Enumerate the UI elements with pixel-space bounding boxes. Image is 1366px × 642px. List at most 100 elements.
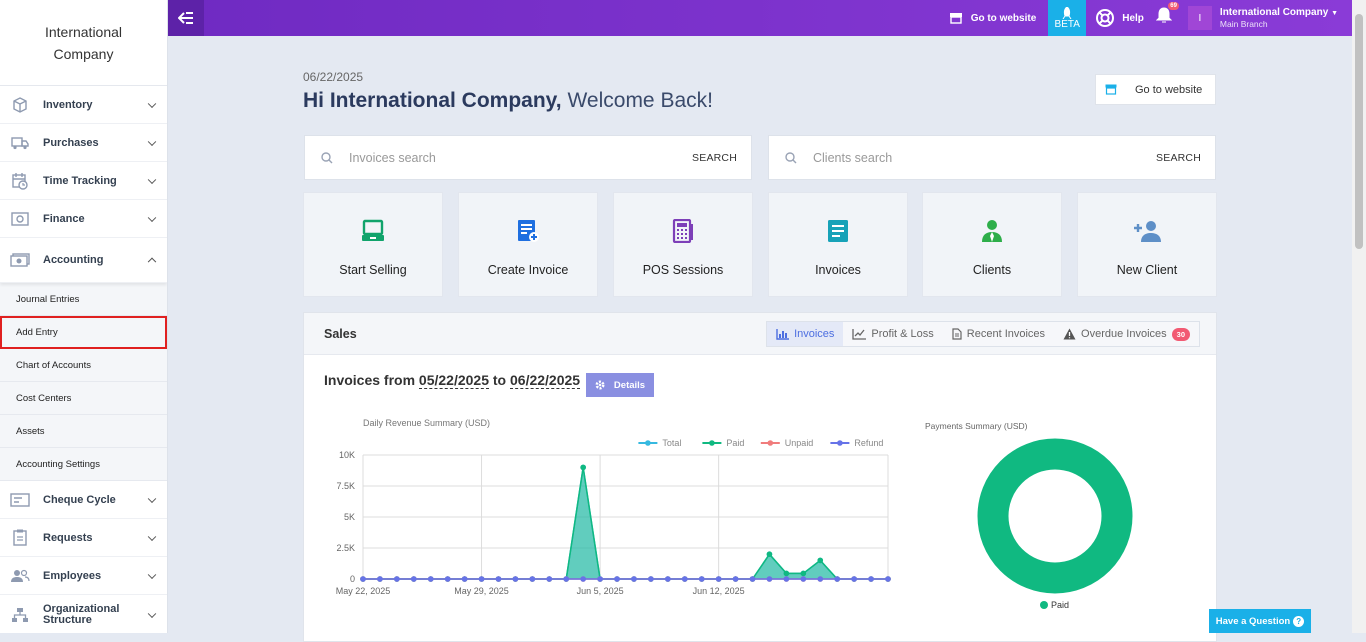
add-user-icon [1132, 217, 1162, 245]
sidebar-item-accounting[interactable]: Accounting [0, 238, 167, 283]
store-icon [1105, 84, 1117, 95]
go-to-website-button[interactable]: Go to website [1095, 74, 1216, 105]
sidebar-item-label: Inventory [43, 98, 93, 111]
tile-label: Clients [972, 263, 1012, 277]
legend-label-refund: Refund [854, 438, 883, 448]
sidebar-item-organizational-structure[interactable]: Organizational Structure [0, 595, 167, 633]
sales-title: Sales [324, 326, 357, 341]
data-point-refund [885, 576, 891, 582]
donut-legend[interactable]: Paid [1040, 600, 1069, 610]
y-tick-label: 7.5K [336, 481, 355, 491]
sidebar-item-label: Purchases [43, 136, 99, 149]
sidebar-item-time-tracking[interactable]: Time Tracking [0, 162, 167, 200]
lifebuoy-icon [1096, 9, 1115, 27]
tile-label: Invoices [815, 263, 861, 277]
sidebar-subitem-assets[interactable]: Assets [0, 415, 167, 448]
invoices-search-button[interactable]: SEARCH [692, 152, 737, 164]
sidebar-subitem-chart-of-accounts[interactable]: Chart of Accounts [0, 349, 167, 382]
date-to[interactable]: 06/22/2025 [510, 372, 581, 389]
payments-donut-chart [977, 438, 1133, 594]
store-icon [949, 13, 962, 24]
tab-label: Profit & Loss [871, 328, 934, 340]
data-point-refund [631, 576, 637, 582]
clients-search-input[interactable]: Clients search [813, 151, 1156, 165]
beta-button[interactable]: BETA [1048, 0, 1087, 36]
legend-swatch-paid [1040, 601, 1048, 609]
top-go-to-website-link[interactable]: Go to website [949, 12, 1036, 24]
tab-recent-invoices[interactable]: Recent Invoices [943, 322, 1054, 346]
details-button[interactable]: Details [586, 373, 654, 397]
scrollbar-thumb[interactable] [1355, 14, 1363, 249]
sidebar-item-finance[interactable]: Finance [0, 200, 167, 238]
sidebar-item-purchases[interactable]: Purchases [0, 124, 167, 162]
legend-marker-total [645, 440, 651, 446]
chevron-down-icon [147, 137, 157, 146]
bar-chart-icon [776, 328, 790, 340]
data-point-paid [817, 557, 824, 564]
date-from[interactable]: 05/22/2025 [418, 372, 489, 389]
legend-marker-refund [837, 440, 843, 446]
welcome-text: Welcome Back! [561, 89, 713, 112]
data-point-refund [360, 576, 366, 582]
page-scrollbar[interactable] [1352, 0, 1366, 633]
go-to-website-label: Go to website [1135, 83, 1203, 96]
sidebar-item-employees[interactable]: Employees [0, 557, 167, 595]
calculator-icon [672, 217, 694, 245]
tab-overdue-invoices[interactable]: Overdue Invoices 30 [1054, 322, 1199, 346]
sidebar-subitem-cost-centers[interactable]: Cost Centers [0, 382, 167, 415]
sidebar-subitem-add-entry[interactable]: Add Entry [0, 316, 167, 349]
data-point-refund [512, 576, 519, 582]
sidebar-item-label: Cheque Cycle [43, 493, 116, 506]
rocket-icon [1062, 6, 1072, 19]
series-line-paid [363, 467, 888, 580]
tile-start-selling[interactable]: Start Selling [303, 192, 443, 297]
tile-pos-sessions[interactable]: POS Sessions [613, 192, 753, 297]
invoices-search-input[interactable]: Invoices search [349, 151, 692, 165]
tile-label: POS Sessions [642, 263, 724, 277]
data-point-refund [444, 576, 451, 582]
line-chart-icon [852, 328, 867, 340]
sidebar-item-inventory[interactable]: Inventory [0, 86, 167, 124]
collapse-sidebar-button[interactable] [168, 0, 204, 36]
data-point-refund [817, 576, 824, 582]
donut-slice-paid[interactable] [977, 438, 1133, 594]
sidebar-item-label: Organizational Structure [43, 602, 120, 626]
tile-invoices[interactable]: Invoices [768, 192, 908, 297]
have-a-question-button[interactable]: Have a Question ? [1209, 609, 1311, 633]
y-tick-label: 2.5K [336, 543, 355, 553]
tile-new-client[interactable]: New Client [1077, 192, 1217, 297]
tile-create-invoice[interactable]: Create Invoice [458, 192, 598, 297]
daily-revenue-chart: Daily Revenue Summary (USD) 0 2.5K 5K 7.5K 10… [336, 418, 891, 596]
data-point-paid [580, 464, 586, 471]
data-point-refund [377, 576, 383, 582]
tab-profit-loss[interactable]: Profit & Loss [843, 322, 942, 346]
data-point-refund [597, 576, 603, 582]
legend-marker-paid [709, 440, 715, 446]
greeting: Hi International Company, [303, 89, 562, 112]
beta-label: BETA [1054, 18, 1080, 30]
sidebar-subitem-journal-entries[interactable]: Journal Entries [0, 283, 167, 316]
tile-clients[interactable]: Clients [922, 192, 1062, 297]
sidebar-item-requests[interactable]: Requests [0, 519, 167, 557]
tile-label: New Client [1116, 263, 1178, 277]
tab-invoices[interactable]: Invoices [767, 322, 844, 346]
sidebar-subitem-accounting-settings[interactable]: Accounting Settings [0, 448, 167, 481]
help-link[interactable]: Help [1096, 9, 1144, 27]
notifications-button[interactable]: 69 [1155, 2, 1179, 29]
brand-name[interactable]: International Company [0, 0, 167, 86]
chevron-down-icon [147, 175, 157, 184]
tab-label: Invoices [794, 328, 835, 340]
clients-search-button[interactable]: SEARCH [1156, 152, 1201, 164]
sidebar: International Company Inventory Purchase… [0, 0, 168, 633]
chevron-down-icon [147, 213, 157, 222]
account-menu[interactable]: International Company ▼ Main Branch [1220, 7, 1338, 30]
invoices-search-box: Invoices search SEARCH [304, 135, 752, 180]
have-a-question-label: Have a Question [1215, 615, 1291, 627]
sidebar-item-cheque-cycle[interactable]: Cheque Cycle [0, 481, 167, 519]
search-icon [785, 151, 797, 163]
avatar[interactable]: I [1187, 6, 1212, 30]
series-area-total [363, 467, 888, 579]
data-point-refund [665, 576, 671, 582]
account-name: International Company [1219, 6, 1329, 18]
chevron-down-icon [147, 570, 157, 579]
